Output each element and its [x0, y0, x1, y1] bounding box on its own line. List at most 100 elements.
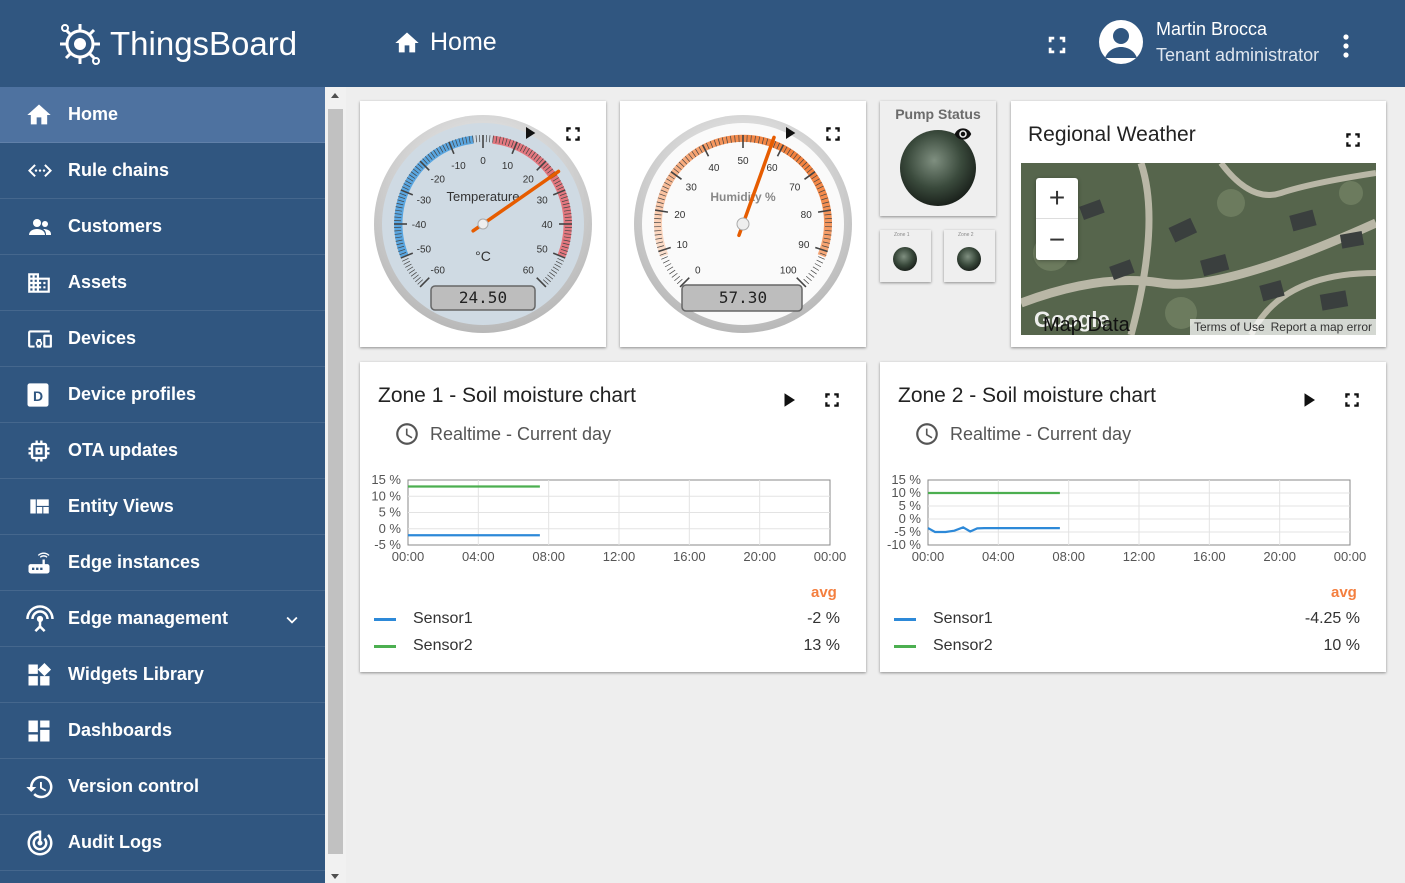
sidebar-item-label: Device profiles [68, 384, 197, 404]
gauge-value: 57.30 [719, 288, 767, 307]
sidebar-item-home[interactable]: Home [0, 87, 325, 143]
scrollbar-thumb[interactable] [328, 109, 343, 854]
gauge-tick-label: 60 [766, 163, 778, 174]
settings-ethernet-icon [24, 157, 56, 185]
legend-item-sensor1[interactable]: Sensor1 [894, 610, 993, 628]
sidebar-item-audit-logs[interactable]: Audit Logs [0, 815, 325, 871]
temperature-gauge-card: -60 -50 -40 -30 -20 -10 0 10 20 30 40 50 60 Temperat… [360, 101, 606, 347]
terms-of-use-link[interactable]: Terms of Use [1194, 320, 1265, 334]
sidebar-item-customers[interactable]: Customers [0, 199, 325, 255]
timewindow-label: Realtime - Current day [950, 423, 1132, 444]
gauge-value: 24.50 [459, 288, 507, 307]
sidebar-item-label: OTA updates [68, 440, 179, 460]
sidebar-item-entity-views[interactable]: Entity Views [0, 479, 325, 535]
page-title: Home [392, 28, 497, 57]
y-tick-label: -5 % [374, 537, 401, 552]
supervisor-account-icon [24, 213, 56, 241]
sidebar-item-devices[interactable]: Devices [0, 311, 325, 367]
zone1-status-card: Zone 1 [880, 230, 931, 282]
home-icon [395, 32, 419, 52]
gauge-tick-label: -40 [412, 220, 427, 231]
fullscreen-icon[interactable] [824, 125, 842, 143]
sidebar-item-version-control[interactable]: Version control [0, 759, 325, 815]
gauge-tick-label: -30 [417, 196, 432, 207]
domain-icon [24, 269, 56, 297]
user-role: Tenant administrator [1156, 45, 1320, 65]
sidebar-scrollbar[interactable] [325, 87, 346, 883]
gauge-tick-label: 20 [523, 175, 535, 186]
gauge-tick-label: 80 [801, 210, 813, 221]
sidebar-item-label: Version control [68, 776, 200, 796]
zoom-in-button[interactable]: + [1036, 178, 1078, 219]
zone2-led [957, 247, 981, 271]
gauge-tick-label: 30 [537, 196, 549, 207]
satellite-map[interactable]: + − Google Map Data Terms of Use Report … [1021, 163, 1376, 335]
legend-item-sensor1[interactable]: Sensor1 [374, 610, 473, 628]
play-icon[interactable] [1300, 391, 1318, 409]
router-icon [24, 549, 56, 577]
scroll-up-arrow-icon[interactable] [331, 93, 339, 98]
legend-swatch-sensor2 [894, 644, 916, 648]
fullscreen-icon[interactable] [564, 125, 582, 143]
home-icon [24, 101, 56, 129]
sidebar-item-label: Home [68, 104, 119, 124]
history-icon [24, 773, 56, 801]
legend-label: Sensor2 [413, 637, 473, 654]
legend-avg-sensor1: -2 % [807, 610, 840, 627]
zone2-timewindow[interactable]: Realtime - Current day [914, 421, 1131, 447]
gauge-tick-label: 90 [798, 240, 810, 251]
visibility-icon[interactable] [950, 125, 976, 143]
y-tick-label: 0 % [379, 521, 402, 536]
legend-avg-sensor2: 10 % [1323, 637, 1360, 654]
sidebar-item-rule-chains[interactable]: Rule chains [0, 143, 325, 199]
chevron-down-icon[interactable] [281, 609, 303, 631]
legend-swatch-sensor2 [374, 644, 396, 648]
report-map-error-link[interactable]: Report a map error [1271, 320, 1372, 334]
gauge-tick-label: 10 [677, 240, 689, 251]
gauge-tick-label: 0 [480, 156, 486, 167]
user-avatar[interactable] [1099, 20, 1143, 64]
settings-input-antenna-icon [24, 604, 56, 633]
scroll-down-arrow-icon[interactable] [331, 874, 339, 879]
sidebar-item-widgets-library[interactable]: Widgets Library [0, 647, 325, 703]
map-data-label[interactable]: Map Data [1043, 314, 1130, 335]
legend-item-sensor2[interactable]: Sensor2 [894, 637, 993, 655]
legend-avg-header: avg [811, 584, 837, 601]
widgets-icon [24, 661, 56, 689]
sidebar-item-device-profiles[interactable]: D Device profiles [0, 367, 325, 423]
zone1-timewindow[interactable]: Realtime - Current day [394, 421, 611, 447]
sidebar-item-edge-instances[interactable]: Edge instances [0, 535, 325, 591]
play-icon[interactable] [780, 391, 798, 409]
fullscreen-icon[interactable] [823, 391, 841, 409]
legend-item-sensor2[interactable]: Sensor2 [374, 637, 473, 655]
sidebar-item-dashboards[interactable]: Dashboards [0, 703, 325, 759]
play-icon[interactable] [782, 125, 798, 141]
gauge-tick-label: 40 [541, 220, 553, 231]
gauge-tick-label: 10 [502, 161, 514, 172]
sidebar-item-label: Edge instances [68, 552, 201, 572]
sidebar-item-assets[interactable]: Assets [0, 255, 325, 311]
sidebar-item-label: Customers [68, 216, 163, 236]
gauge-tick-label: 20 [674, 210, 686, 221]
fullscreen-icon[interactable] [1343, 391, 1361, 409]
play-icon[interactable] [522, 125, 538, 141]
sidebar-item-ota-updates[interactable]: OTA updates [0, 423, 325, 479]
legend-label: Sensor1 [933, 610, 993, 627]
y-tick-label: 15 % [371, 472, 401, 487]
thingsboard-logo-icon [60, 23, 100, 65]
zone2-status-card: Zone 2 [944, 230, 995, 282]
page-title-text: Home [430, 28, 497, 56]
map-attribution: Terms of Use Report a map error [1189, 319, 1376, 335]
more-vert-icon[interactable] [1341, 33, 1351, 59]
app-logo[interactable]: ThingsBoard [0, 0, 346, 87]
top-toolbar: Home Martin Brocca Tenant administrator [346, 0, 1405, 87]
map-zoom-control: + − [1036, 178, 1078, 260]
x-tick-label: 08:00 [1052, 549, 1085, 564]
sidebar-item-edge-management[interactable]: Edge management [0, 591, 325, 647]
zoom-out-button[interactable]: − [1036, 219, 1078, 260]
track-changes-icon [24, 829, 56, 857]
gauge-tick-label: 50 [737, 156, 749, 167]
gauge-tick-label: 30 [686, 182, 698, 193]
fullscreen-icon[interactable] [1344, 131, 1362, 149]
fullscreen-icon[interactable] [1046, 34, 1068, 56]
